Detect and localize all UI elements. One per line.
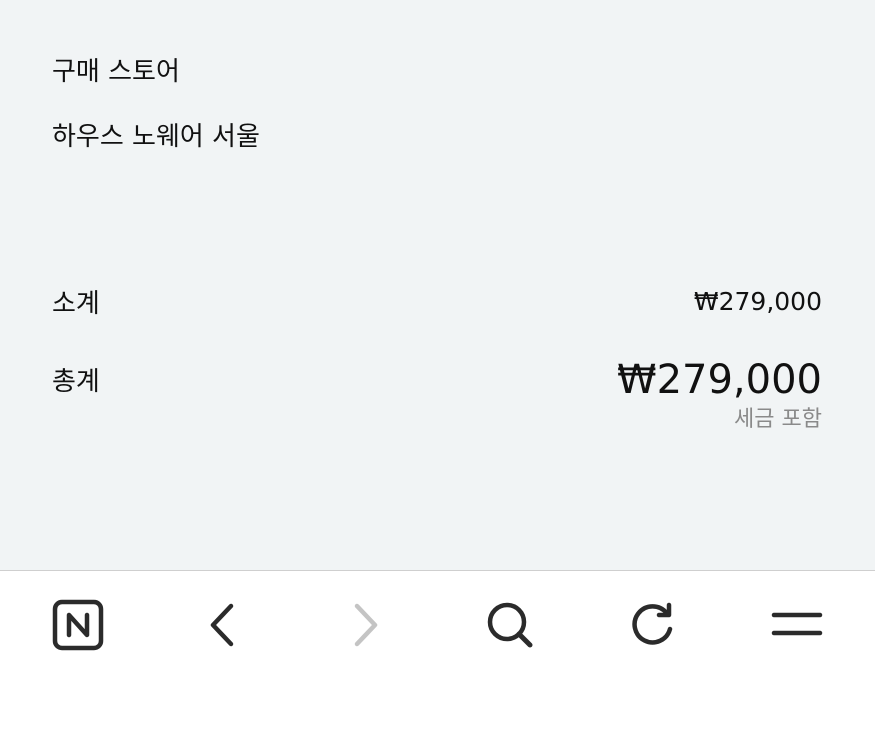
browser-toolbar	[0, 570, 875, 750]
chevron-right-icon	[354, 603, 378, 647]
chevron-left-icon	[210, 603, 234, 647]
reload-button[interactable]	[621, 593, 685, 657]
purchase-store-label: 구매 스토어	[52, 57, 180, 87]
reload-icon	[632, 602, 673, 645]
back-button[interactable]	[190, 593, 254, 657]
page: 구매 스토어 하우스 노웨어 서울 소계 ₩279,000 총계 ₩279,00…	[0, 0, 875, 750]
store-name: 하우스 노웨어 서울	[52, 122, 260, 152]
naver-home-button[interactable]	[46, 593, 110, 657]
total-label: 총계	[52, 367, 100, 397]
subtotal-value: ₩279,000	[693, 287, 822, 316]
total-value: ₩279,000	[617, 357, 822, 403]
search-icon	[487, 602, 533, 648]
subtotal-label: 소계	[52, 289, 100, 319]
menu-icon	[771, 612, 823, 636]
naver-n-icon	[52, 599, 104, 651]
menu-button[interactable]	[765, 593, 829, 657]
order-summary: 구매 스토어 하우스 노웨어 서울 소계 ₩279,000 총계 ₩279,00…	[0, 0, 875, 570]
search-button[interactable]	[478, 593, 542, 657]
tax-included-note: 세금 포함	[734, 407, 822, 432]
forward-button[interactable]	[334, 593, 398, 657]
